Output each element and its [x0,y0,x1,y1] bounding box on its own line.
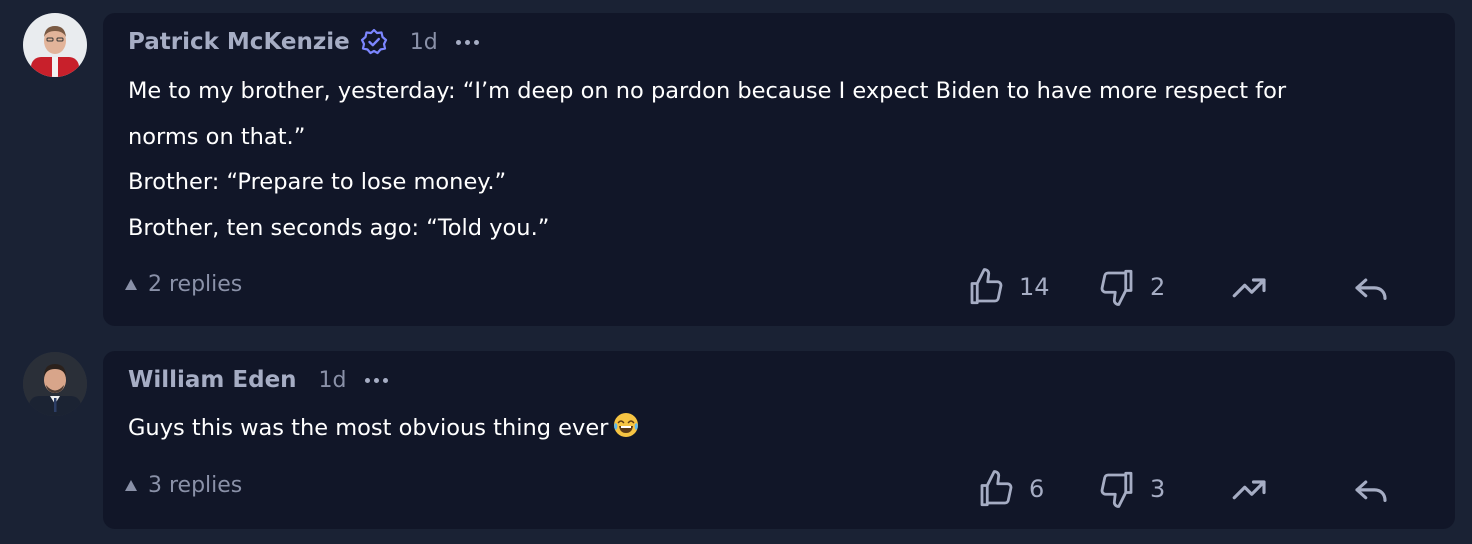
reply-arrow-icon [1355,278,1387,300]
verified-badge-icon [360,28,388,56]
comment-line: norms on that.” [128,123,306,150]
thumbs-down-icon [1100,471,1133,508]
author-name[interactable]: William Eden [128,367,297,393]
timestamp: 1d [409,29,438,55]
author-name[interactable]: Patrick McKenzie [128,29,350,55]
reply-button[interactable] [1350,469,1392,509]
comment-text: Guys this was the most obvious thing eve… [128,415,609,441]
dislike-count: 2 [1150,273,1166,301]
trending-up-icon [1232,278,1266,298]
comment: Patrick McKenzie 1d Me to my brother, ye… [0,0,1472,330]
comment-actions: 14 2 [103,267,1455,307]
laughing-tears-emoji-icon [612,410,640,438]
like-count: 14 [1019,273,1050,301]
like-button[interactable]: 14 [965,267,1050,307]
trending-button[interactable] [1229,469,1271,509]
comment-line: Guys this was the most obvious thing eve… [128,406,1425,452]
comment-line: Brother, ten seconds ago: “Told you.” [128,214,550,241]
like-count: 6 [1029,475,1045,503]
avatar[interactable] [23,352,87,416]
dislike-count: 3 [1150,475,1166,503]
dislike-button[interactable]: 2 [1096,267,1165,307]
like-button[interactable]: 6 [975,469,1044,509]
dislike-button[interactable]: 3 [1096,469,1165,509]
reply-button[interactable] [1350,267,1392,307]
reply-arrow-icon [1355,480,1387,502]
avatar[interactable] [23,13,87,77]
thumbs-down-icon [1100,269,1133,306]
comment-body: Me to my brother, yesterday: “I’m deep o… [128,69,1425,251]
comment-header: William Eden 1d [128,365,388,395]
comment-header: Patrick McKenzie 1d [128,27,479,57]
thumbs-up-icon [970,268,1003,305]
trending-up-icon [1232,480,1266,500]
avatar-image [23,13,87,77]
comment-body: Guys this was the most obvious thing eve… [128,406,1425,452]
trending-button[interactable] [1229,267,1271,307]
timestamp: 1d [318,367,347,393]
avatar-image [23,352,87,416]
comment-actions: 6 3 [103,469,1455,509]
comment-card: Patrick McKenzie 1d Me to my brother, ye… [103,13,1455,326]
comment: William Eden 1d Guys this was the most o… [0,340,1472,544]
thumbs-up-icon [980,470,1013,507]
comment-line: Me to my brother, yesterday: “I’m deep o… [128,78,1287,104]
more-options-icon[interactable] [455,27,479,57]
comment-card: William Eden 1d Guys this was the most o… [103,351,1455,529]
more-options-icon[interactable] [364,365,388,395]
comment-line: Brother: “Prepare to lose money.” [128,169,507,195]
